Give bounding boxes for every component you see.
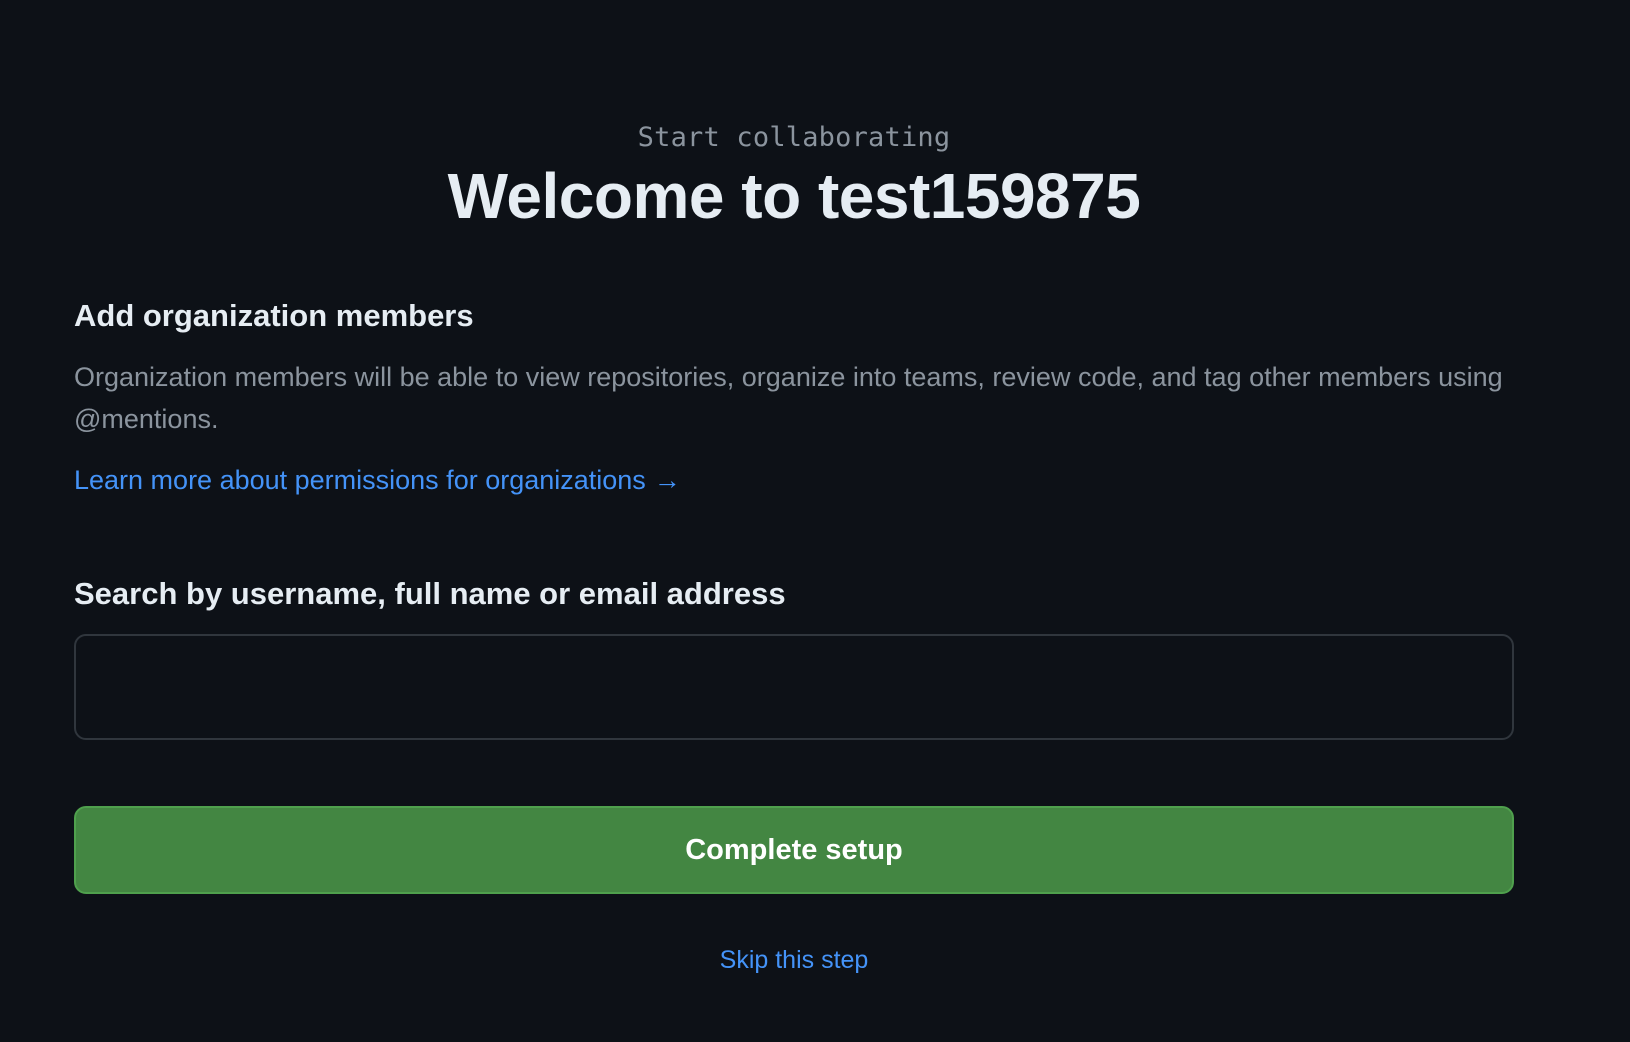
complete-setup-button[interactable]: Complete setup xyxy=(74,806,1514,894)
org-onboarding-page: Start collaborating Welcome to test15987… xyxy=(0,0,1630,1042)
section-description: Organization members will be able to vie… xyxy=(74,362,1503,434)
page-title: Welcome to test159875 xyxy=(447,160,1141,232)
eyebrow-text: Start collaborating xyxy=(637,122,951,153)
skip-step-container: Skip this step xyxy=(0,942,1588,978)
skip-step-link[interactable]: Skip this step xyxy=(720,946,869,974)
search-label: Search by username, full name or email a… xyxy=(74,576,786,611)
learn-more-link-label: Learn more about permissions for organiz… xyxy=(74,465,646,495)
arrow-right-icon: → xyxy=(653,465,681,495)
learn-more-permissions-link[interactable]: Learn more about permissions for organiz… xyxy=(74,460,681,500)
member-search-input[interactable] xyxy=(74,634,1514,740)
section-heading: Add organization members xyxy=(74,298,474,333)
